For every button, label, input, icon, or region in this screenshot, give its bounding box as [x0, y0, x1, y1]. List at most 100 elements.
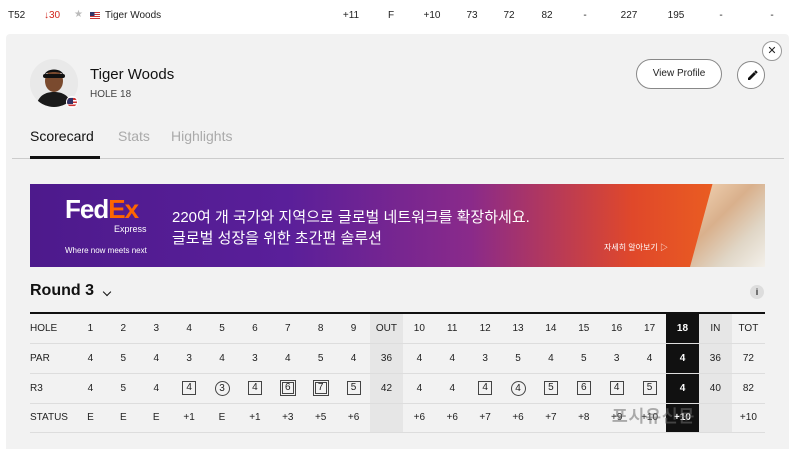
tab-scorecard[interactable]: Scorecard [30, 128, 94, 144]
score-cell: 5 [106, 373, 140, 404]
ad-photo [690, 184, 765, 267]
score-cell: 4 [435, 373, 469, 404]
score-cell: 14 [534, 312, 568, 344]
score-cell: 7 [271, 312, 305, 344]
score-cell: E [74, 403, 107, 433]
hole-label: HOLE [90, 89, 118, 100]
score-cell: 4 [74, 373, 107, 404]
score-cell: 4 [271, 343, 305, 374]
edit-button[interactable] [737, 61, 765, 89]
hole-number: 18 [120, 89, 132, 100]
leaderboard-row[interactable]: T52 ↓30 ★ Tiger Woods +11 F +10 73 72 82… [0, 0, 792, 32]
score-cell: 5 [106, 343, 140, 374]
active-tab-indicator [30, 156, 100, 159]
score-cell: 13 [501, 312, 535, 344]
total-strokes: 227 [620, 10, 638, 21]
bogey-marker: 4 [182, 381, 197, 395]
movement-indicator: ↓30 [44, 10, 61, 21]
score-cell: 42 [370, 373, 403, 404]
bogey-marker: 5 [346, 381, 361, 395]
round-3-score: 82 [541, 10, 553, 21]
score-cell [370, 403, 403, 433]
row-label: PAR [30, 343, 74, 374]
score-cell: 3 [205, 373, 239, 404]
score-cell: 4 [74, 343, 107, 374]
score-cell: 9 [337, 312, 371, 344]
fedex-express-label: Express [114, 224, 147, 234]
score-cell: +1 [172, 403, 206, 433]
to-par: +11 [342, 10, 360, 21]
score-cell: 4 [666, 373, 699, 404]
score-cell: +6 [435, 403, 469, 433]
par-row: PAR 4 5 4 3 4 3 4 5 4 36 4 4 3 5 4 5 3 4 4 36 72 [30, 343, 765, 374]
player-name-heading: Tiger Woods [90, 66, 175, 83]
score-cell: 18 [666, 312, 699, 344]
score-cell: +3 [271, 403, 305, 433]
double-bogey-marker: 7 [312, 380, 329, 396]
score-cell: 4 [238, 373, 272, 404]
score-cell: 16 [600, 312, 634, 344]
score-cell: 72 [731, 343, 765, 374]
position: T52 [8, 10, 26, 21]
score-cell: 4 [402, 373, 436, 404]
score-cell: 5 [633, 373, 667, 404]
score-cell: 5 [205, 312, 239, 344]
score-cell: 11 [435, 312, 469, 344]
round-selector[interactable]: Round 3 [30, 282, 94, 300]
fedex-ad-banner[interactable]: FedEx Express Where now meets next 220여 … [30, 184, 765, 267]
column-a: - [719, 10, 723, 21]
row-label: R3 [30, 373, 74, 404]
score-cell [698, 403, 732, 433]
info-icon[interactable]: i [750, 285, 764, 299]
score-cell: 17 [633, 312, 667, 344]
score-cell: 6 [238, 312, 272, 344]
ad-learn-more-link[interactable]: 자세히 알아보기 ▷ [604, 242, 668, 253]
score-cell: +6 [501, 403, 535, 433]
score-cell: 5 [304, 343, 338, 374]
score-cell: 36 [370, 343, 403, 374]
score-cell: 4 [337, 343, 371, 374]
bogey-marker: 4 [609, 381, 624, 395]
score-cell: 4 [534, 343, 568, 374]
score-cell: 10 [402, 312, 436, 344]
score-cell: 5 [337, 373, 371, 404]
watermark: 포시유신문 [612, 407, 696, 426]
score-cell: +7 [468, 403, 502, 433]
score-cell: 4 [172, 373, 206, 404]
projected: 195 [667, 10, 685, 21]
round-3-row: R3 4 5 4 4 3 4 6 7 5 42 4 4 4 4 5 6 4 5 4 40 82 [30, 373, 765, 404]
player-name[interactable]: Tiger Woods [105, 10, 161, 21]
score-cell: +6 [402, 403, 436, 433]
tab-highlights[interactable]: Highlights [171, 128, 232, 144]
usa-flag-icon [66, 96, 78, 108]
bogey-marker: 5 [642, 381, 657, 395]
row-label: HOLE [30, 312, 74, 344]
ad-tagline: Where now meets next [65, 246, 147, 255]
score-cell: 1 [74, 312, 107, 344]
bogey-marker: 4 [478, 381, 493, 395]
close-button[interactable]: ✕ [762, 41, 782, 61]
birdie-marker: 4 [510, 380, 526, 396]
score-cell: 4 [666, 343, 699, 374]
score-cell: 4 [468, 373, 502, 404]
tab-stats[interactable]: Stats [118, 128, 150, 144]
score-cell: 2 [106, 312, 140, 344]
score-cell: 82 [731, 373, 765, 404]
score-cell: IN [698, 312, 732, 344]
score-cell: 15 [567, 312, 601, 344]
bogey-marker: 4 [247, 381, 262, 395]
score-cell: +6 [337, 403, 371, 433]
score-cell: +10 [731, 403, 765, 433]
round-4-score: - [583, 10, 587, 21]
score-cell: 36 [698, 343, 732, 374]
score-cell: 4 [139, 373, 173, 404]
score-cell: 40 [698, 373, 732, 404]
favorite-star-icon[interactable]: ★ [74, 9, 83, 20]
tabs-divider [12, 158, 784, 159]
score-cell: +7 [534, 403, 568, 433]
score-cell: E [139, 403, 173, 433]
view-profile-button[interactable]: View Profile [636, 59, 722, 89]
today: +10 [423, 10, 441, 21]
score-cell: 5 [567, 343, 601, 374]
round-2-score: 72 [503, 10, 515, 21]
